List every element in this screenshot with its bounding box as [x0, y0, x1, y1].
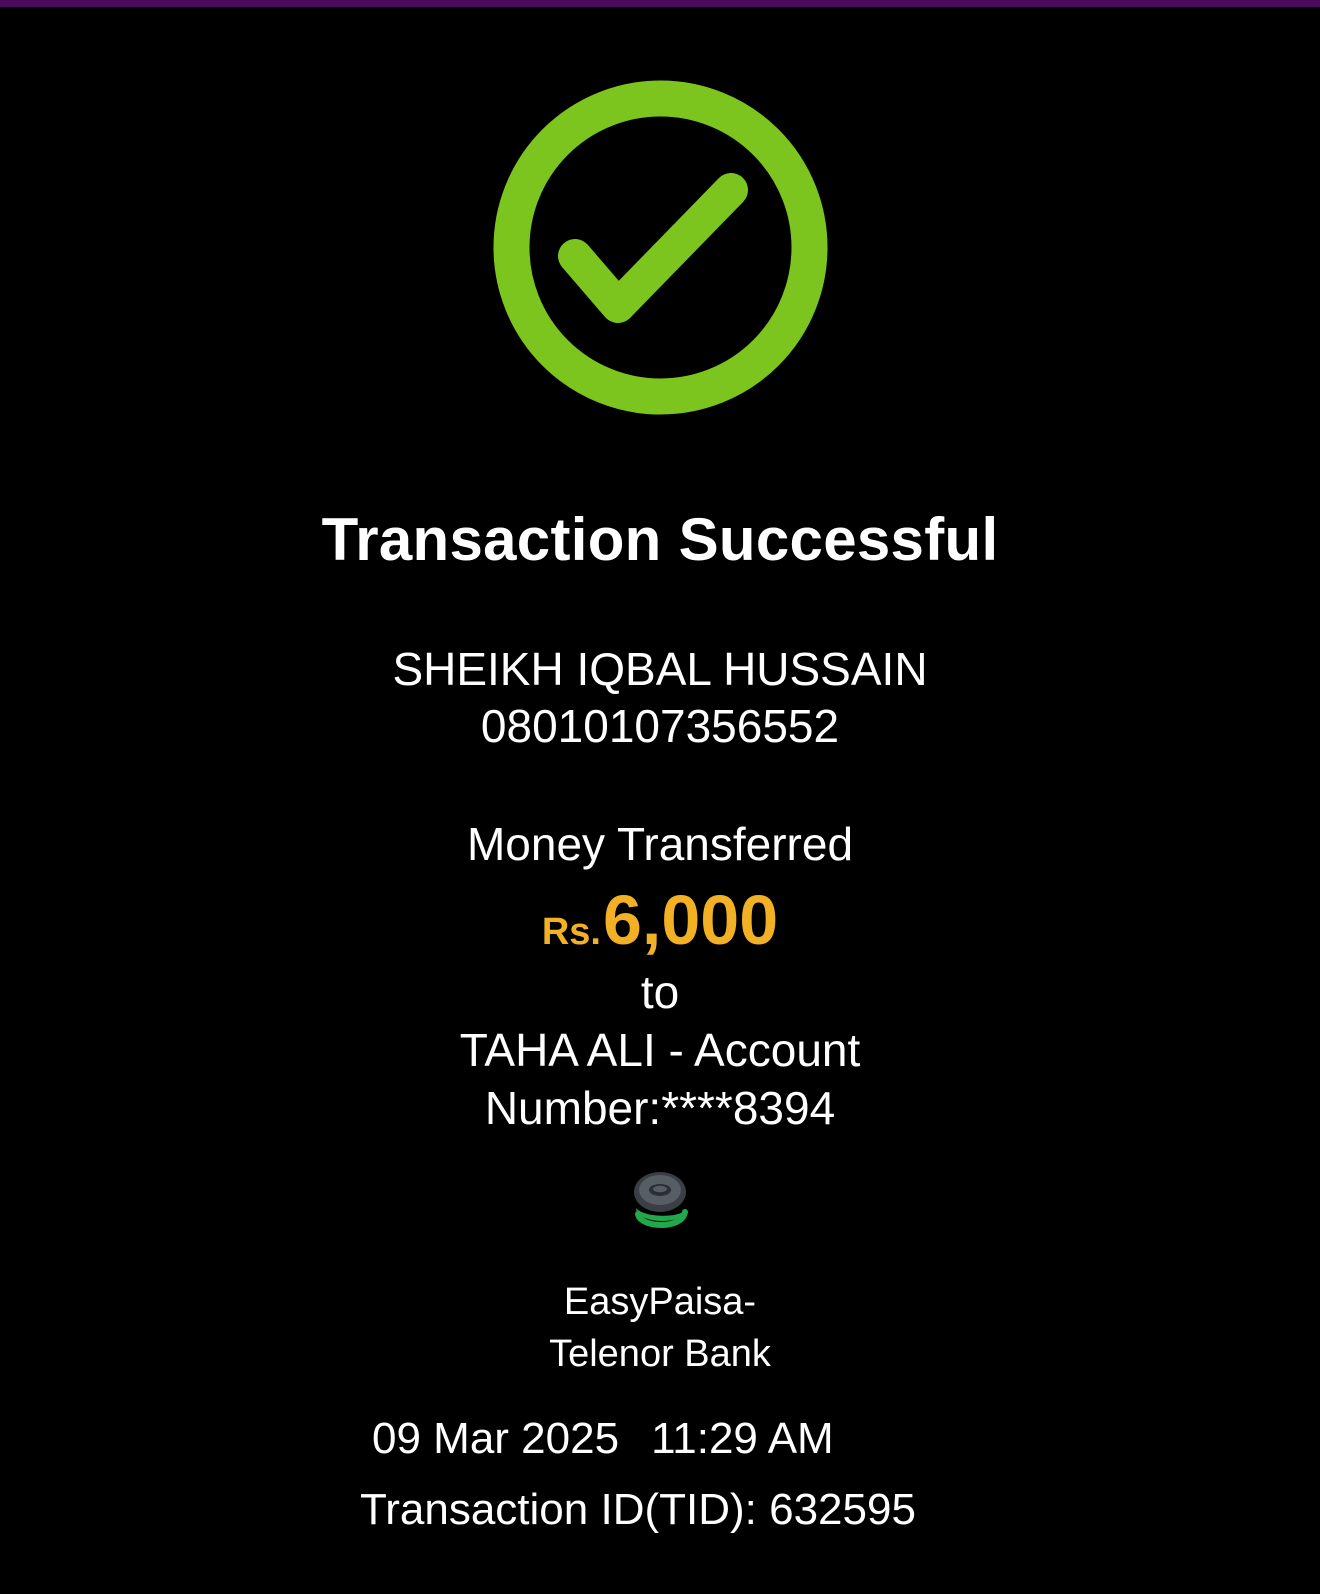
sender-account-number: 08010107356552: [480, 700, 840, 752]
transaction-datetime: 09 Mar 2025 11:29 AM: [372, 1413, 834, 1465]
amount-value: 6,000: [602, 881, 779, 959]
recipient-account-number: Number:****8394: [484, 1082, 836, 1134]
transaction-time: 11:29 AM: [651, 1414, 834, 1463]
currency-prefix: Rs.: [541, 911, 601, 953]
amount: Rs.6,000: [0, 880, 1320, 980]
transaction-id: Transaction ID(TID): 632595: [360, 1485, 916, 1534]
bank-name-line1: EasyPaisa-: [563, 1281, 757, 1323]
money-transferred-label: Money Transferred: [466, 818, 854, 870]
page-title: Transaction Successful: [321, 506, 999, 573]
check-circle-icon: [493, 80, 828, 415]
recipient-name: TAHA ALI - Account: [459, 1024, 861, 1076]
easypaisa-logo-icon: [630, 1168, 690, 1232]
sender-name: SHEIKH IQBAL HUSSAIN: [392, 643, 928, 695]
top-status-bar: [0, 0, 1320, 7]
to-label: to: [640, 966, 680, 1018]
bank-name-line2: Telenor Bank: [549, 1333, 771, 1375]
transaction-date: 09 Mar 2025: [372, 1414, 620, 1463]
